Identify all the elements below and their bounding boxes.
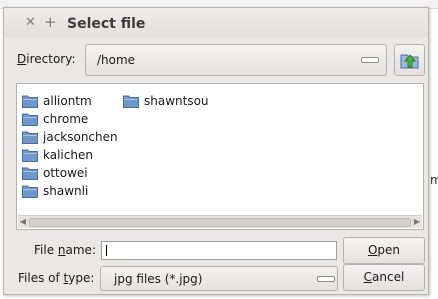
background-partial-text: m xyxy=(430,173,438,187)
folder-name: alliontm xyxy=(43,94,92,108)
file-type-label: Files of type: xyxy=(18,271,95,285)
dialog-titlebar: ✕ + Select file xyxy=(4,8,428,38)
folder-name: shawntsou xyxy=(144,94,209,108)
parent-directory-button[interactable] xyxy=(394,44,425,76)
directory-combo[interactable]: /home xyxy=(85,44,387,76)
folder-icon xyxy=(22,113,38,126)
open-button[interactable]: Open xyxy=(343,237,425,264)
file-name-input[interactable] xyxy=(101,241,337,260)
directory-value: /home xyxy=(97,53,136,67)
scroll-right-icon[interactable]: ▶ xyxy=(412,216,422,228)
folder-name: jacksonchen xyxy=(43,130,118,144)
scroll-left-icon[interactable]: ◀ xyxy=(18,216,28,228)
folder-name: kalichen xyxy=(43,148,93,162)
folder-icon xyxy=(123,95,139,108)
folder-icon xyxy=(22,185,38,198)
dialog-title: Select file xyxy=(67,16,146,32)
file-name-label: File name: xyxy=(34,243,96,257)
folder-up-icon xyxy=(400,54,419,69)
horizontal-scrollbar[interactable]: ◀ ▶ xyxy=(18,215,422,228)
directory-label: Directory: xyxy=(17,52,76,66)
select-file-dialog: ✕ + Select file Directory: /home alliont… xyxy=(3,7,429,295)
folder-icon xyxy=(22,131,38,144)
close-icon[interactable]: ✕ xyxy=(25,16,36,30)
folder-name: ottowei xyxy=(43,166,88,180)
dropdown-handle-icon xyxy=(317,276,335,282)
scrollbar-thumb[interactable] xyxy=(29,218,411,227)
pin-icon[interactable]: + xyxy=(44,15,57,30)
text-caret xyxy=(106,245,107,256)
file-list[interactable]: alliontm chrome jacksonchen kalichen ott… xyxy=(16,83,424,230)
cancel-button[interactable]: Cancel xyxy=(343,264,425,291)
file-type-combo[interactable]: jpg files (*.jpg) xyxy=(100,266,338,291)
folder-icon xyxy=(22,149,38,162)
file-type-value: jpg files (*.jpg) xyxy=(114,272,203,286)
folder-name: chrome xyxy=(43,112,89,126)
folder-icon xyxy=(22,167,38,180)
folder-name: shawnli xyxy=(43,184,89,198)
folder-icon xyxy=(22,95,38,108)
dropdown-handle-icon xyxy=(361,57,379,63)
